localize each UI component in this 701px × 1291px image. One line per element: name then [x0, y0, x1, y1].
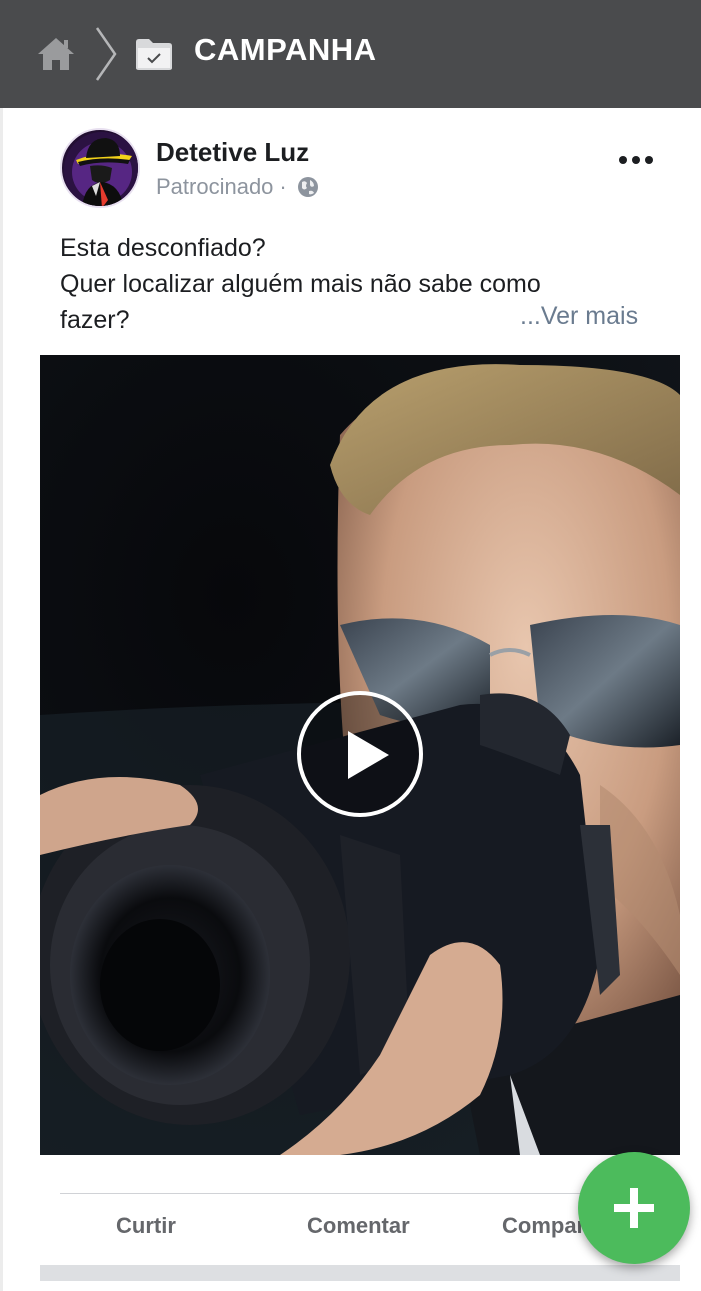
page-title: CAMPANHA	[194, 32, 377, 67]
plus-icon	[614, 1188, 654, 1228]
meta-separator: ·	[279, 174, 287, 199]
page-edge	[0, 108, 3, 1291]
avatar[interactable]	[60, 128, 140, 208]
detective-avatar-icon	[64, 132, 138, 206]
post-meta: Patrocinado ·	[156, 174, 319, 200]
play-button[interactable]	[297, 691, 423, 817]
post-footer-bar	[40, 1265, 680, 1281]
post-author[interactable]: Detetive Luz	[156, 137, 309, 168]
globe-icon	[297, 177, 318, 197]
post-text-line: Quer localizar alguém mais não sabe como	[60, 270, 541, 298]
more-options-icon[interactable]	[618, 150, 654, 170]
sponsored-label: Patrocinado	[156, 174, 274, 199]
comment-button[interactable]: Comentar	[307, 1213, 410, 1239]
post-text-line: Esta desconfiado?	[60, 234, 266, 262]
like-button[interactable]: Curtir	[116, 1213, 176, 1239]
play-icon	[348, 731, 389, 779]
chevron-right-icon	[95, 27, 117, 81]
share-button[interactable]: Compar	[502, 1213, 585, 1239]
home-icon[interactable]	[36, 36, 76, 72]
top-bar: CAMPANHA	[0, 0, 701, 108]
folder-check-icon	[136, 39, 172, 70]
see-more-link[interactable]: ...Ver mais	[520, 302, 638, 331]
add-button[interactable]	[578, 1152, 690, 1264]
